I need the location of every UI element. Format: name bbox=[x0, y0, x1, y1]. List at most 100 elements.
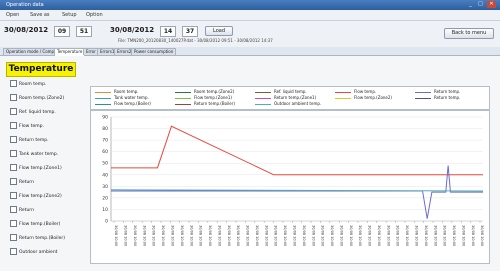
y-tick-label: 30 bbox=[102, 184, 108, 190]
x-tick-label: 30/08 10:00 bbox=[189, 225, 193, 246]
legend-swatch bbox=[415, 91, 431, 93]
x-tick-label: 30/08 10:00 bbox=[368, 225, 372, 246]
checkbox[interactable] bbox=[10, 248, 17, 255]
checkbox[interactable] bbox=[10, 108, 17, 115]
series-checkbox-row[interactable]: Flow temp. bbox=[10, 122, 44, 129]
checkbox[interactable] bbox=[10, 94, 17, 101]
legend-entry: Room temp.(Zone2) bbox=[175, 89, 234, 94]
y-tick-label: 50 bbox=[102, 161, 108, 167]
legend-label: Flow temp.(Boiler) bbox=[114, 101, 151, 106]
legend-label: Tank water temp. bbox=[114, 95, 149, 100]
menu-save-as[interactable]: Save as bbox=[30, 12, 50, 18]
x-tick-label: 30/08 10:00 bbox=[424, 225, 428, 246]
x-tick-label: 30/08 10:00 bbox=[171, 225, 175, 246]
start-hour-spinner[interactable]: 09 bbox=[54, 26, 70, 37]
series-checkbox-row[interactable]: Ref. liquid temp. bbox=[10, 108, 56, 115]
legend-swatch bbox=[335, 97, 351, 99]
menu-setup[interactable]: Setup bbox=[62, 12, 77, 18]
legend-entry: Tank water temp. bbox=[95, 95, 149, 100]
legend-swatch bbox=[95, 91, 111, 93]
x-tick-label: 30/08 10:00 bbox=[246, 225, 250, 246]
x-tick-label: 30/08 10:00 bbox=[377, 225, 381, 246]
series-checkbox-row[interactable]: Flow temp.(Boiler) bbox=[10, 220, 60, 227]
legend-swatch bbox=[175, 97, 191, 99]
checkbox[interactable] bbox=[10, 164, 17, 171]
x-tick-label: 30/08 10:00 bbox=[217, 225, 221, 246]
legend-swatch bbox=[255, 91, 271, 93]
x-tick-label: 30/08 10:00 bbox=[114, 225, 118, 246]
series-checkbox-row[interactable]: Room temp. bbox=[10, 80, 46, 87]
series-checkbox-row[interactable]: Tank water temp. bbox=[10, 150, 58, 157]
series-checkbox-row[interactable]: Outdoor ambient bbox=[10, 248, 57, 255]
chart-area: 0 10 20 30 40 50 60 70 80 90 30/08 10:00 30/08 10:0… bbox=[90, 110, 490, 264]
x-tick-label: 30/08 10:00 bbox=[452, 225, 456, 246]
series-checkbox-row[interactable]: Return bbox=[10, 178, 34, 185]
y-tick-label: 10 bbox=[102, 207, 108, 213]
y-tick-label: 40 bbox=[102, 172, 108, 178]
minimize-icon[interactable]: _ bbox=[466, 1, 475, 8]
start-date[interactable]: 30/08/2012 bbox=[4, 26, 48, 34]
series-checkbox-row[interactable]: Return bbox=[10, 206, 34, 213]
x-tick-label: 30/08 10:00 bbox=[236, 225, 240, 246]
legend-label: Outdoor ambient temp. bbox=[274, 101, 322, 106]
series-checkbox-label: Outdoor ambient bbox=[19, 250, 58, 255]
load-button[interactable]: Load bbox=[205, 26, 233, 36]
menu-open[interactable]: Open bbox=[6, 12, 19, 18]
legend-swatch bbox=[95, 103, 111, 105]
x-tick-label: 30/08 10:00 bbox=[358, 225, 362, 246]
end-hour-spinner[interactable]: 14 bbox=[160, 26, 176, 37]
toolbar: 30/08/2012 09 51 30/08/2012 14 37 Load B… bbox=[0, 21, 500, 47]
start-minute-spinner[interactable]: 51 bbox=[76, 26, 92, 37]
checkbox[interactable] bbox=[10, 122, 17, 129]
close-icon[interactable]: ✕ bbox=[487, 1, 496, 8]
checkbox[interactable] bbox=[10, 178, 17, 185]
series-checkbox-row[interactable]: Flow temp.(Zone2) bbox=[10, 192, 62, 199]
checkbox[interactable] bbox=[10, 206, 17, 213]
series-checkbox-row[interactable]: Return temp. bbox=[10, 136, 49, 143]
x-tick-label: 30/08 10:00 bbox=[208, 225, 212, 246]
legend-label: Return temp.(Zone1) bbox=[274, 95, 317, 100]
legend-entry: Flow temp. bbox=[335, 89, 376, 94]
legend-entry: Return temp. bbox=[415, 89, 460, 94]
legend-label: Return temp. bbox=[434, 95, 461, 100]
series-checkbox-row[interactable]: Return temp.(Boiler) bbox=[10, 234, 65, 241]
checkbox[interactable] bbox=[10, 220, 17, 227]
legend-label: Return temp. bbox=[434, 89, 461, 94]
series-line bbox=[111, 165, 483, 219]
legend-label: Flow temp.(Zone2) bbox=[354, 95, 392, 100]
temperature-chart: 0 10 20 30 40 50 60 70 80 90 30/08 10:00 30/08 10:0… bbox=[102, 115, 484, 247]
menu-option[interactable]: Option bbox=[86, 12, 103, 18]
legend-entry: Ref. liquid temp. bbox=[255, 89, 307, 94]
y-tick-label: 90 bbox=[102, 115, 108, 121]
end-date[interactable]: 30/08/2012 bbox=[110, 26, 154, 34]
back-to-menu-button[interactable]: Back to menu bbox=[444, 28, 494, 39]
x-tick-label: 30/08 10:00 bbox=[161, 225, 165, 246]
end-minute-spinner[interactable]: 37 bbox=[182, 26, 198, 37]
x-tick-label: 30/08 10:00 bbox=[311, 225, 315, 246]
maximize-icon[interactable]: □ bbox=[476, 1, 485, 8]
checkbox[interactable] bbox=[10, 80, 17, 87]
checkbox[interactable] bbox=[10, 136, 17, 143]
series-checkbox-label: Flow temp. bbox=[19, 124, 44, 129]
checkbox[interactable] bbox=[10, 192, 17, 199]
legend-entry: Flow temp.(Boiler) bbox=[95, 101, 151, 106]
series-checkbox-label: Room temp.(Zone2) bbox=[19, 96, 65, 101]
menu-bar: Open Save as Setup Option bbox=[0, 10, 500, 21]
legend-swatch bbox=[335, 91, 351, 93]
series-checkbox-label: Return temp. bbox=[19, 138, 49, 143]
series-checkbox-label: Ref. liquid temp. bbox=[19, 110, 56, 115]
checkbox[interactable] bbox=[10, 234, 17, 241]
x-tick-label: 30/08 10:00 bbox=[321, 225, 325, 246]
x-tick-label: 30/08 10:00 bbox=[142, 225, 146, 246]
series-checkbox-row[interactable]: Room temp.(Zone2) bbox=[10, 94, 64, 101]
legend-swatch bbox=[255, 97, 271, 99]
x-tick-label: 30/08 10:00 bbox=[396, 225, 400, 246]
tab-power-consumption[interactable]: Power consumption bbox=[131, 48, 177, 55]
chart-legend: Room temp. Room temp.(Zone2) Ref. liquid t… bbox=[90, 86, 490, 110]
y-tick-label: 80 bbox=[102, 126, 108, 132]
window-title: Operation data bbox=[6, 2, 44, 8]
series-checkbox-row[interactable]: Flow temp.(Zone1) bbox=[10, 164, 62, 171]
checkbox[interactable] bbox=[10, 150, 17, 157]
legend-label: Flow temp. bbox=[354, 89, 377, 94]
tab-temperature[interactable]: Temperature bbox=[54, 48, 86, 56]
